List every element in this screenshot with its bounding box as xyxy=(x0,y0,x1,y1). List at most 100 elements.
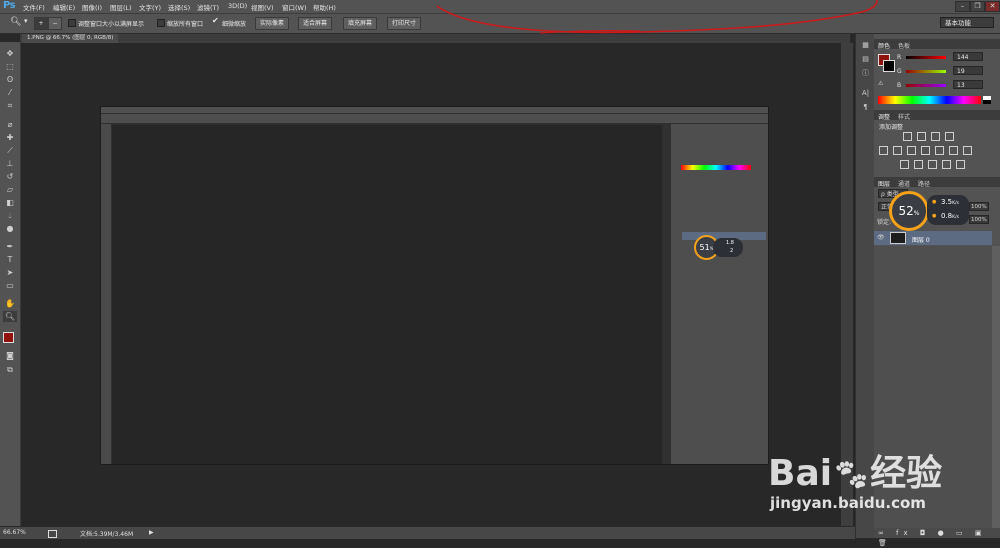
actual-pixels-button[interactable]: 实际像素 xyxy=(255,17,290,30)
crop-tool-icon[interactable]: ⌗ xyxy=(3,100,17,111)
color-lookup-adjust-icon[interactable] xyxy=(963,146,972,155)
properties-panel-icon[interactable]: ▤ xyxy=(860,54,871,64)
menu-layer[interactable]: 图层(L) xyxy=(110,2,132,12)
tab-layers[interactable]: 图层 xyxy=(878,179,890,188)
history-brush-tool-icon[interactable]: ↺ xyxy=(3,171,17,182)
green-slider[interactable] xyxy=(906,70,946,73)
dodge-tool-icon[interactable]: ● xyxy=(3,223,17,234)
black-white-adjust-icon[interactable] xyxy=(921,146,930,155)
brush-tool-icon[interactable]: ⟋ xyxy=(3,145,17,156)
menu-image[interactable]: 图像(I) xyxy=(82,2,102,12)
brightness-adjust-icon[interactable] xyxy=(903,132,912,141)
info-panel-icon[interactable]: ⓘ xyxy=(860,68,871,78)
threshold-adjust-icon[interactable] xyxy=(928,160,937,169)
quick-select-tool-icon[interactable]: ⁄ xyxy=(3,87,17,98)
black-swatch[interactable] xyxy=(983,100,991,104)
background-color-swatch[interactable] xyxy=(883,60,895,72)
channel-mixer-adjust-icon[interactable] xyxy=(949,146,958,155)
quick-mask-icon[interactable]: ◙ xyxy=(3,350,17,361)
zoom-out-icon[interactable]: − xyxy=(48,17,62,30)
restore-icon[interactable]: ❐ xyxy=(970,1,985,12)
menu-select[interactable]: 选择(S) xyxy=(168,2,190,12)
zoom-tool-icon[interactable]: 🔍︎ xyxy=(10,17,21,27)
gradient-map-adjust-icon[interactable] xyxy=(942,160,951,169)
pen-tool-icon[interactable]: ✒ xyxy=(3,241,17,252)
zoom-in-icon[interactable]: + xyxy=(34,17,48,30)
healing-brush-tool-icon[interactable]: ✚ xyxy=(3,132,17,143)
foreground-color-swatch[interactable] xyxy=(3,332,14,343)
fit-screen-button[interactable]: 适合屏幕 xyxy=(298,17,333,30)
menu-edit[interactable]: 编辑(E) xyxy=(53,2,75,12)
workspace-select[interactable]: 基本功能 xyxy=(940,17,994,28)
menu-help[interactable]: 帮助(H) xyxy=(313,2,336,12)
menu-3d[interactable]: 3D(D) xyxy=(228,2,247,10)
screen-mode-icon[interactable]: ⧉ xyxy=(3,364,17,375)
menu-view[interactable]: 视图(V) xyxy=(251,2,274,12)
green-value-input[interactable]: 19 xyxy=(953,66,983,75)
gradient-tool-icon[interactable]: ◧ xyxy=(3,197,17,208)
path-select-tool-icon[interactable]: ➤ xyxy=(3,267,17,278)
eyedropper-tool-icon[interactable]: ⌀ xyxy=(3,119,17,130)
exposure-adjust-icon[interactable] xyxy=(945,132,954,141)
minimize-icon[interactable]: – xyxy=(955,1,970,12)
posterize-adjust-icon[interactable] xyxy=(914,160,923,169)
invert-adjust-icon[interactable] xyxy=(900,160,909,169)
layer-name[interactable]: 图层 0 xyxy=(912,235,930,244)
fill-input[interactable]: 100% xyxy=(969,215,989,224)
menu-file[interactable]: 文件(F) xyxy=(23,2,45,12)
tab-color[interactable]: 颜色 xyxy=(878,41,890,50)
zoom-level[interactable]: 66.67% xyxy=(3,529,26,536)
type-tool-icon[interactable]: T xyxy=(3,254,17,265)
document-tab[interactable]: 1.PNG @ 66.7% (图层 0, RGB/8) xyxy=(22,34,119,43)
fill-screen-button[interactable]: 填充屏幕 xyxy=(343,17,378,30)
opacity-input[interactable]: 100% xyxy=(969,202,989,211)
print-size-button[interactable]: 打印尺寸 xyxy=(387,17,422,30)
layer-row-selected[interactable]: 👁︎ 图层 0 xyxy=(874,231,992,245)
document-size: 文档:5.39M/3.46M xyxy=(80,531,134,538)
resize-windows-checkbox[interactable] xyxy=(68,19,76,27)
blur-tool-icon[interactable]: 💧︎ xyxy=(3,210,17,221)
red-value-input[interactable]: 144 xyxy=(953,52,983,61)
hand-tool-icon[interactable]: ✋ xyxy=(3,298,17,309)
shape-tool-icon[interactable]: ▭ xyxy=(3,280,17,291)
selective-color-adjust-icon[interactable] xyxy=(956,160,965,169)
clone-stamp-tool-icon[interactable]: ⊥ xyxy=(3,158,17,169)
tab-adjustments[interactable]: 调整 xyxy=(878,112,890,121)
tool-preset-dropdown-icon[interactable]: ▾ xyxy=(24,17,28,25)
eraser-tool-icon[interactable]: ▱ xyxy=(3,184,17,195)
tab-styles[interactable]: 样式 xyxy=(898,112,910,121)
tab-swatches[interactable]: 色板 xyxy=(898,41,910,50)
blue-value-input[interactable]: 13 xyxy=(953,80,983,89)
menu-type[interactable]: 文字(Y) xyxy=(139,2,161,12)
history-panel-icon[interactable]: ▦ xyxy=(860,40,871,50)
red-slider[interactable] xyxy=(906,56,946,59)
blue-slider[interactable] xyxy=(906,84,946,87)
paw-icon: 🐾︎ xyxy=(832,458,871,493)
hue-saturation-adjust-icon[interactable] xyxy=(893,146,902,155)
layers-scrollbar[interactable] xyxy=(992,246,1000,528)
status-menu-arrow-icon[interactable]: ▶ xyxy=(149,529,154,536)
menu-window[interactable]: 窗口(W) xyxy=(282,2,307,12)
photo-filter-adjust-icon[interactable] xyxy=(935,146,944,155)
levels-adjust-icon[interactable] xyxy=(917,132,926,141)
color-balance-adjust-icon[interactable] xyxy=(907,146,916,155)
visibility-eye-icon[interactable]: 👁︎ xyxy=(877,234,885,241)
zoom-all-windows-checkbox[interactable] xyxy=(157,19,165,27)
color-spectrum-ramp[interactable] xyxy=(878,96,981,104)
close-icon[interactable]: ✕ xyxy=(985,1,1000,12)
paragraph-panel-icon[interactable]: ¶ xyxy=(860,102,871,112)
out-of-gamut-warning-icon[interactable]: ⚠ xyxy=(878,80,883,87)
marquee-tool-icon[interactable]: ⬚ xyxy=(3,61,17,72)
vibrance-adjust-icon[interactable] xyxy=(879,146,888,155)
menu-filter[interactable]: 滤镜(T) xyxy=(197,2,219,12)
move-tool-icon[interactable]: ✥ xyxy=(3,48,17,59)
scrubby-zoom-check-icon[interactable]: ✔ xyxy=(212,16,219,25)
status-info-icon[interactable] xyxy=(48,530,57,538)
curves-adjust-icon[interactable] xyxy=(931,132,940,141)
lasso-tool-icon[interactable]: ʘ xyxy=(3,74,17,85)
layers-footer-icons[interactable]: ∞ fx ◘ ● ▭ ▣ 🗑︎ xyxy=(874,528,1000,547)
zoom-tool-active-icon[interactable]: 🔍︎ xyxy=(3,311,17,322)
tab-paths[interactable]: 路径 xyxy=(918,179,930,188)
tab-channels[interactable]: 通道 xyxy=(898,179,910,188)
character-panel-icon[interactable]: A| xyxy=(860,88,871,98)
